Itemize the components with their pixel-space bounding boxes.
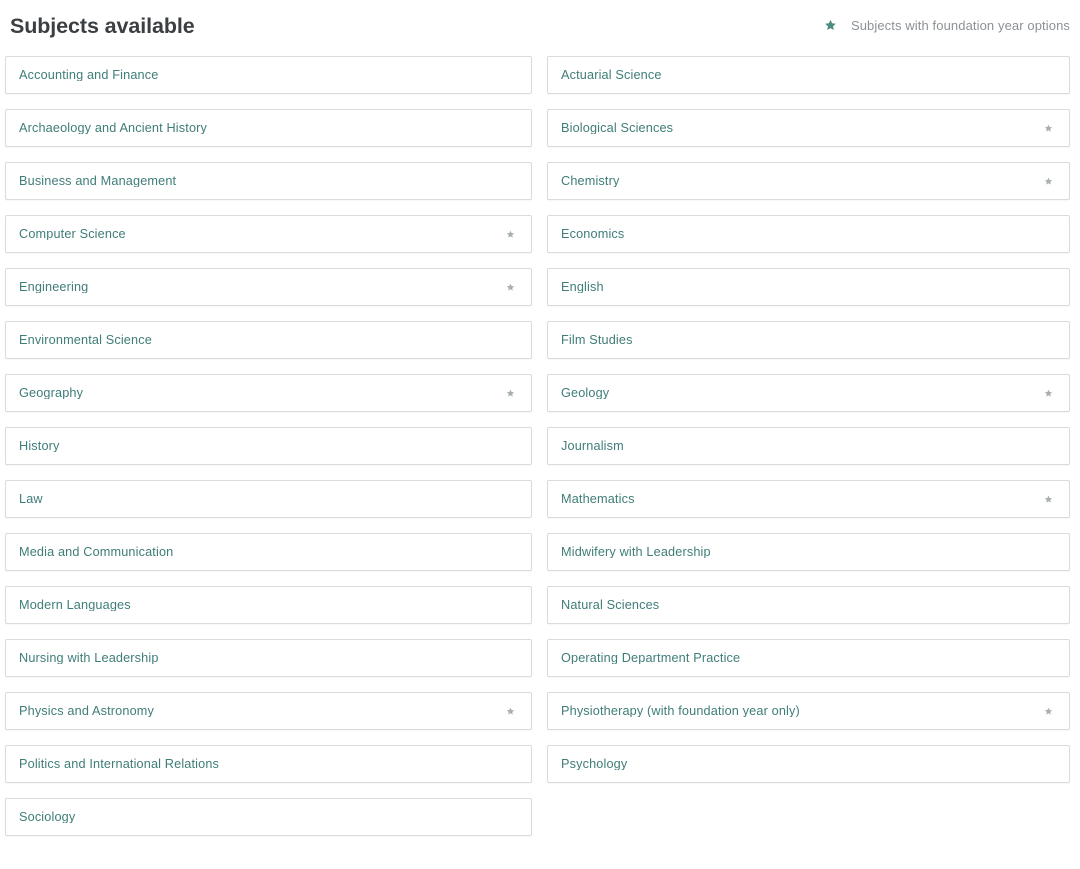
- subject-name: Geography: [19, 386, 84, 400]
- subject-card[interactable]: Accounting and Finance: [5, 56, 532, 94]
- page-title: Subjects available: [10, 14, 195, 38]
- subject-card[interactable]: Mathematics: [547, 480, 1070, 518]
- subject-card[interactable]: Operating Department Practice: [547, 639, 1070, 677]
- subject-card[interactable]: Physiotherapy (with foundation year only…: [547, 692, 1070, 730]
- subject-card[interactable]: Modern Languages: [5, 586, 532, 624]
- subject-card[interactable]: Politics and International Relations: [5, 745, 532, 783]
- subject-card[interactable]: Journalism: [547, 427, 1070, 465]
- subject-card[interactable]: Nursing with Leadership: [5, 639, 532, 677]
- subject-card[interactable]: Biological Sciences: [547, 109, 1070, 147]
- foundation-year-star-icon: [506, 283, 515, 292]
- subject-name: Geology: [561, 386, 610, 400]
- foundation-year-star-icon: [1044, 177, 1053, 186]
- subject-card[interactable]: Psychology: [547, 745, 1070, 783]
- subject-card[interactable]: Physics and Astronomy: [5, 692, 532, 730]
- subject-card[interactable]: Environmental Science: [5, 321, 532, 359]
- subject-name: Mathematics: [561, 492, 635, 506]
- subject-name: Journalism: [561, 439, 624, 453]
- subject-name: Politics and International Relations: [19, 757, 220, 771]
- foundation-year-star-icon: [1044, 389, 1053, 398]
- page-header: Subjects available Subjects with foundat…: [0, 0, 1080, 56]
- subject-card[interactable]: Engineering: [5, 268, 532, 306]
- foundation-year-legend: Subjects with foundation year options: [824, 19, 1070, 32]
- subject-name: Actuarial Science: [561, 68, 662, 82]
- subjects-available-page: Subjects available Subjects with foundat…: [0, 0, 1080, 869]
- subject-card[interactable]: Film Studies: [547, 321, 1070, 359]
- subject-name: Natural Sciences: [561, 598, 660, 612]
- subject-name: History: [19, 439, 60, 453]
- subject-card[interactable]: Geography: [5, 374, 532, 412]
- subject-name: Economics: [561, 227, 625, 241]
- subject-name: Sociology: [19, 810, 76, 824]
- subject-name: Modern Languages: [19, 598, 131, 612]
- subject-column-right: Actuarial Science Biological Sciences Chem…: [547, 56, 1070, 836]
- subject-card[interactable]: Law: [5, 480, 532, 518]
- subject-name: English: [561, 280, 604, 294]
- foundation-year-star-icon: [506, 389, 515, 398]
- subject-name: Biological Sciences: [561, 121, 674, 135]
- subject-column-left: Accounting and Finance Archaeology and An…: [5, 56, 532, 836]
- subject-name: Film Studies: [561, 333, 633, 347]
- subject-card[interactable]: Sociology: [5, 798, 532, 836]
- legend-label: Subjects with foundation year options: [850, 18, 1070, 33]
- subject-name: Archaeology and Ancient History: [19, 121, 208, 135]
- subject-card[interactable]: Archaeology and Ancient History: [5, 109, 532, 147]
- subject-name: Physiotherapy (with foundation year only…: [561, 704, 800, 718]
- foundation-year-star-icon: [1044, 124, 1053, 133]
- subject-card[interactable]: Geology: [547, 374, 1070, 412]
- subject-card[interactable]: History: [5, 427, 532, 465]
- foundation-year-star-icon: [506, 230, 515, 239]
- foundation-year-star-icon: [1044, 495, 1053, 504]
- subject-name: Computer Science: [19, 227, 126, 241]
- subject-grid: Accounting and Finance Archaeology and An…: [0, 56, 1080, 836]
- subject-name: Physics and Astronomy: [19, 704, 155, 718]
- subject-card[interactable]: Computer Science: [5, 215, 532, 253]
- subject-name: Business and Management: [19, 174, 177, 188]
- subject-name: Chemistry: [561, 174, 620, 188]
- subject-name: Midwifery with Leadership: [561, 545, 711, 559]
- subject-card[interactable]: Natural Sciences: [547, 586, 1070, 624]
- subject-card[interactable]: Midwifery with Leadership: [547, 533, 1070, 571]
- subject-card[interactable]: Actuarial Science: [547, 56, 1070, 94]
- subject-card[interactable]: Chemistry: [547, 162, 1070, 200]
- subject-name: Nursing with Leadership: [19, 651, 159, 665]
- subject-card[interactable]: English: [547, 268, 1070, 306]
- foundation-year-star-icon: [1044, 707, 1053, 716]
- subject-card[interactable]: Economics: [547, 215, 1070, 253]
- foundation-year-star-icon: [506, 707, 515, 716]
- subject-name: Operating Department Practice: [561, 651, 741, 665]
- subject-name: Media and Communication: [19, 545, 174, 559]
- subject-name: Environmental Science: [19, 333, 152, 347]
- subject-name: Accounting and Finance: [19, 68, 159, 82]
- star-icon: [824, 19, 837, 32]
- subject-name: Engineering: [19, 280, 89, 294]
- subject-card[interactable]: Media and Communication: [5, 533, 532, 571]
- subject-card[interactable]: Business and Management: [5, 162, 532, 200]
- subject-name: Psychology: [561, 757, 628, 771]
- subject-name: Law: [19, 492, 43, 506]
